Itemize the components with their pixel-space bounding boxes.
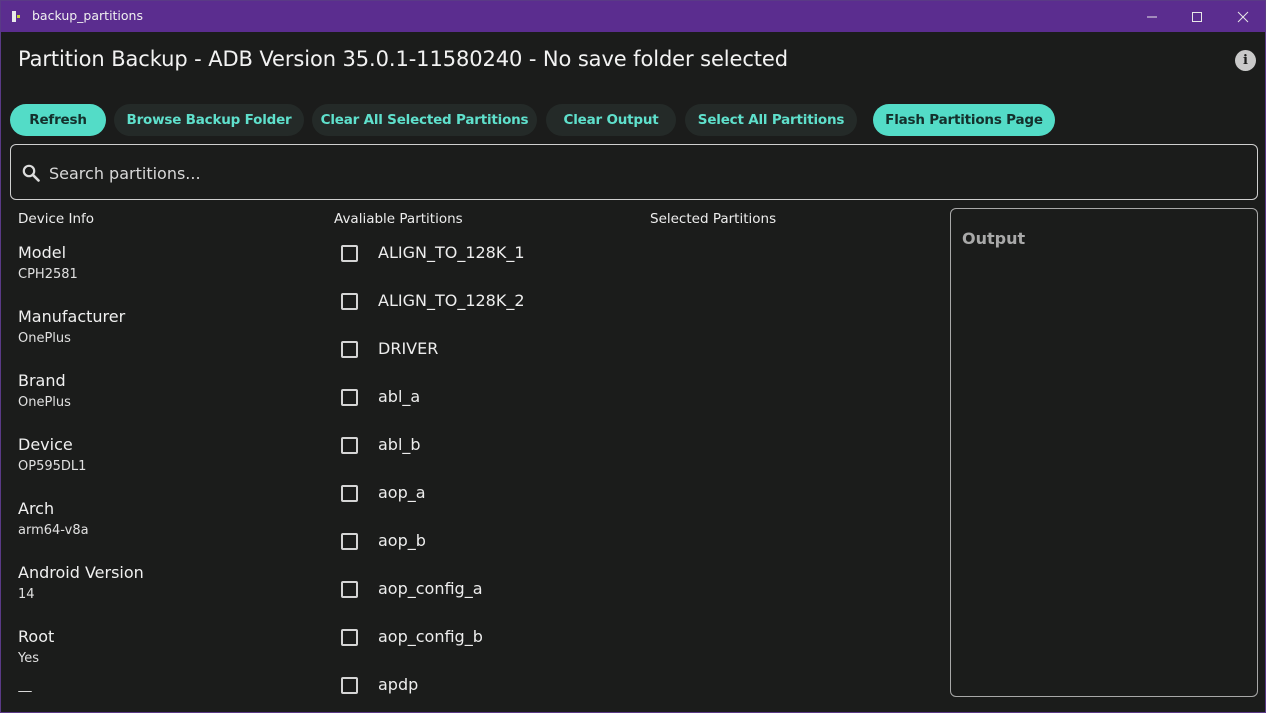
device-info-clipped-item: [18, 691, 48, 699]
partition-label: aop_b: [378, 531, 426, 550]
partition-label: abl_a: [378, 387, 421, 406]
clear-output-button[interactable]: Clear Output: [546, 104, 676, 136]
minimize-button[interactable]: [1129, 1, 1175, 32]
partition-label: abl_b: [378, 435, 421, 454]
device-info-device: Device OP595DL1: [18, 435, 87, 474]
partition-row[interactable]: apdp: [341, 675, 418, 695]
maximize-button[interactable]: [1174, 1, 1220, 32]
select-all-partitions-button[interactable]: Select All Partitions: [685, 104, 857, 136]
partition-label: DRIVER: [378, 339, 439, 358]
partition-row[interactable]: ALIGN_TO_128K_2: [341, 291, 525, 311]
clear-selected-partitions-button[interactable]: Clear All Selected Partitions: [312, 104, 537, 136]
partition-label: aop_config_a: [378, 579, 483, 598]
close-icon: [1237, 11, 1249, 22]
device-info-model: Model CPH2581: [18, 243, 78, 282]
device-info-arch: Arch arm64-v8a: [18, 499, 89, 538]
partition-label: ALIGN_TO_128K_1: [378, 243, 525, 262]
partition-checkbox[interactable]: [341, 676, 358, 694]
search-input[interactable]: [49, 159, 1229, 187]
device-info-root: Root Yes: [18, 627, 55, 666]
info-icon[interactable]: i: [1235, 50, 1256, 71]
search-box[interactable]: [10, 144, 1258, 200]
partition-row[interactable]: abl_b: [341, 435, 421, 455]
partition-row[interactable]: abl_a: [341, 387, 420, 407]
search-icon: [22, 164, 40, 182]
partition-checkbox[interactable]: [341, 340, 358, 358]
output-title: Output: [962, 229, 1026, 248]
device-info-android-version: Android Version 14: [18, 563, 144, 602]
maximize-icon: [1192, 11, 1202, 22]
partition-row[interactable]: DRIVER: [341, 339, 438, 359]
device-info-title: Device Info: [18, 211, 95, 227]
partition-label: apdp: [378, 675, 419, 694]
app-icon: [12, 11, 22, 22]
window-title: backup_partitions: [32, 8, 143, 23]
partition-row[interactable]: aop_a: [341, 483, 426, 503]
partition-checkbox[interactable]: [341, 580, 358, 598]
app-window: backup_partitions Partition Backup - ADB…: [0, 0, 1266, 713]
device-info-manufacturer: Manufacturer OnePlus: [18, 307, 126, 346]
partition-label: aop_config_b: [378, 627, 483, 646]
device-info-brand: Brand OnePlus: [18, 371, 71, 410]
refresh-button[interactable]: Refresh: [10, 104, 106, 136]
partition-checkbox[interactable]: [341, 532, 358, 550]
partition-checkbox[interactable]: [341, 628, 358, 646]
partition-row[interactable]: aop_config_a: [341, 579, 483, 599]
partition-checkbox[interactable]: [341, 244, 358, 262]
partition-row[interactable]: aop_b: [341, 531, 426, 551]
close-button[interactable]: [1220, 1, 1265, 32]
output-panel[interactable]: Output: [950, 208, 1258, 697]
browse-backup-folder-button[interactable]: Browse Backup Folder: [114, 104, 304, 136]
selected-partitions-title: Selected Partitions: [650, 211, 777, 227]
minimize-icon: [1147, 16, 1157, 17]
partition-row[interactable]: ALIGN_TO_128K_1: [341, 243, 525, 263]
page-title: Partition Backup - ADB Version 35.0.1-11…: [18, 47, 788, 71]
title-bar[interactable]: backup_partitions: [1, 1, 1265, 32]
available-partitions-title: Avaliable Partitions: [334, 211, 463, 227]
partition-row[interactable]: aop_config_b: [341, 627, 483, 647]
partition-checkbox[interactable]: [341, 388, 358, 406]
flash-partitions-page-button[interactable]: Flash Partitions Page: [873, 104, 1055, 136]
partition-label: ALIGN_TO_128K_2: [378, 291, 525, 310]
partition-checkbox[interactable]: [341, 484, 358, 502]
partition-checkbox[interactable]: [341, 292, 358, 310]
partition-checkbox[interactable]: [341, 436, 358, 454]
partition-label: aop_a: [378, 483, 426, 502]
